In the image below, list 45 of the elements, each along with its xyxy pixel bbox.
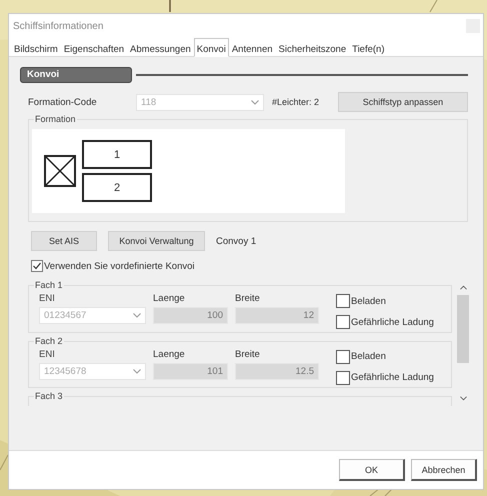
field-label: Formation-Code (28, 96, 98, 108)
field-label: ENI (39, 293, 56, 304)
barge-count: #Leichter: 2 (272, 97, 320, 107)
field-label: ENI (39, 348, 56, 360)
checkbox[interactable] (336, 315, 350, 329)
group-label: Fach 2 (34, 334, 64, 347)
group-label: Formation (34, 113, 77, 125)
tab[interactable]: Eigenschaften (60, 41, 128, 57)
tab[interactable]: Abmessungen (127, 41, 194, 57)
action-button[interactable]: Set AIS (31, 231, 97, 251)
tab[interactable]: Antennen (228, 41, 276, 57)
checkbox-label: Gefährliche Ladung (351, 316, 434, 328)
adapt-ship-type-button[interactable]: Schiffstyp anpassen (338, 92, 468, 112)
checkbox-label: Beladen (351, 296, 386, 306)
checkbox-label: Verwenden Sie vordefinierte Konvoi (44, 260, 195, 272)
formation-slot: 2 (82, 173, 152, 202)
chevron-down-icon (133, 368, 141, 374)
checkbox[interactable] (336, 350, 350, 364)
tab[interactable]: Tiefe(n) (349, 41, 388, 57)
group-label: Fach 1 (34, 280, 64, 291)
checkbox[interactable] (31, 260, 43, 272)
checkbox[interactable] (336, 370, 350, 385)
checkbox-label: Beladen (351, 351, 386, 362)
scroll-down-icon[interactable] (460, 396, 466, 401)
tab[interactable]: Konvoi (194, 38, 229, 57)
field-label: Laenge (153, 348, 186, 360)
field-label: Breite (235, 293, 261, 304)
scroll-up-icon[interactable] (460, 285, 466, 290)
tab[interactable]: Sicherheitszone (276, 41, 350, 57)
chevron-down-icon (133, 313, 141, 318)
field-label: Laenge (153, 293, 186, 304)
chevron-down-icon (251, 100, 259, 104)
action-button[interactable]: Konvoi Verwaltung (108, 231, 205, 251)
field-label: Breite (235, 348, 261, 360)
tab[interactable]: Bildschirm (11, 41, 61, 57)
group-label: Fach 3 (34, 390, 64, 402)
formation-slot: 1 (82, 140, 152, 169)
checkbox-label: Gefährliche Ladung (351, 372, 434, 384)
section-header: Konvoi (20, 67, 132, 83)
dialog-button[interactable]: Abbrechen (411, 459, 477, 481)
crossed-square-icon (44, 155, 76, 187)
convoy-name: Convoy 1 (216, 236, 256, 246)
dialog-button[interactable]: OK (339, 459, 405, 481)
window-title: Schiffsinformationen (13, 20, 104, 32)
checkbox[interactable] (336, 294, 350, 308)
